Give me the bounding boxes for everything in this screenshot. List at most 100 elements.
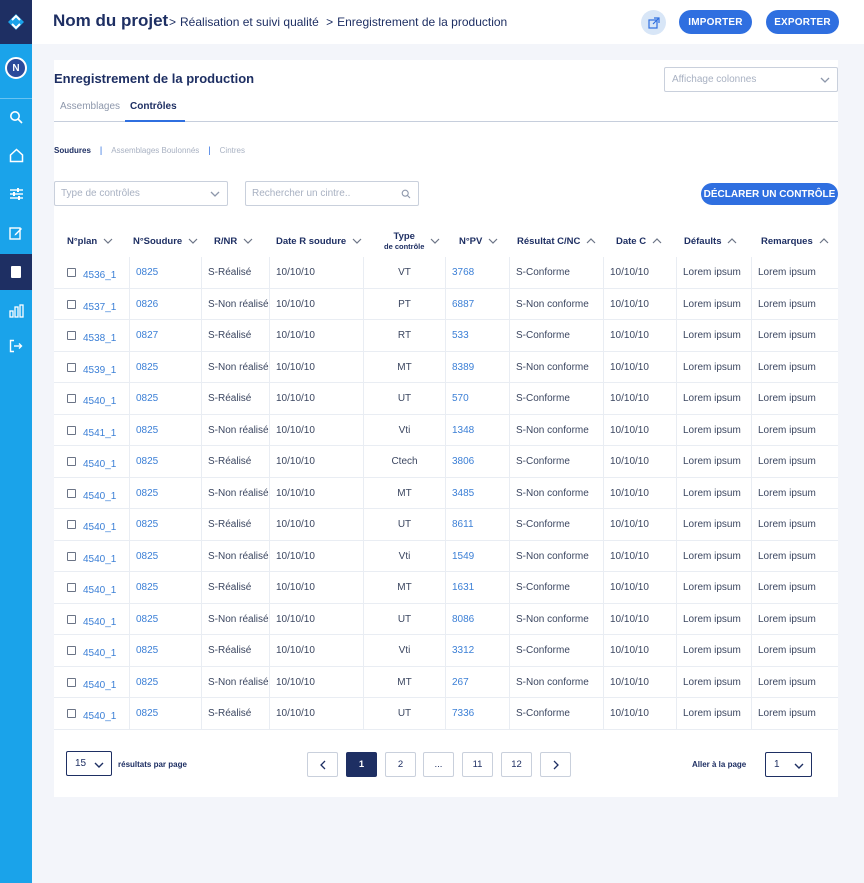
cell-text[interactable]: 3312 [452, 645, 474, 656]
th-defauts[interactable]: Défaults [684, 225, 737, 257]
th-date-c[interactable]: Date C [616, 225, 662, 257]
prev-page-button[interactable] [307, 752, 338, 777]
bar-chart-icon[interactable] [0, 293, 32, 329]
cell-text[interactable]: 3485 [452, 488, 474, 499]
cell-text[interactable]: 4540_1 [83, 711, 116, 722]
cell-text[interactable]: 4540_1 [83, 554, 116, 565]
cell-text[interactable]: 0825 [136, 393, 158, 404]
cell-text[interactable]: 1631 [452, 582, 474, 593]
table-row[interactable]: 4540_1 0825 S-Non réalisé 10/10/10 MT 3485 S-N… [54, 477, 838, 509]
cell-soudure[interactable]: 0825 [129, 666, 201, 698]
sort-down-icon[interactable] [188, 237, 198, 245]
avatar[interactable]: N [5, 57, 27, 79]
logo-icon[interactable] [0, 0, 32, 44]
cell-plan[interactable]: 4540_1 [54, 572, 129, 604]
cell-text[interactable]: 8611 [452, 519, 474, 530]
cell-plan[interactable]: 4538_1 [54, 320, 129, 352]
cell-pv[interactable]: 1549 [445, 540, 509, 572]
cell-pv[interactable]: 1348 [445, 414, 509, 446]
cell-text[interactable]: 0825 [136, 582, 158, 593]
cell-text[interactable]: 0825 [136, 708, 158, 719]
table-row[interactable]: 4536_1 0825 S-Réalisé 10/10/10 VT 3768 S-Confo… [54, 257, 838, 289]
table-row[interactable]: 4538_1 0827 S-Réalisé 10/10/10 RT 533 S-Confor… [54, 320, 838, 352]
cell-pv[interactable]: 8086 [445, 603, 509, 635]
table-row[interactable]: 4540_1 0825 S-Réalisé 10/10/10 UT 570 S-Confor… [54, 383, 838, 415]
cell-text[interactable]: 1549 [452, 551, 474, 562]
cell-text[interactable]: 4540_1 [83, 396, 116, 407]
cell-pv[interactable]: 3806 [445, 446, 509, 478]
cell-soudure[interactable]: 0825 [129, 257, 201, 289]
table-row[interactable]: 4540_1 0825 S-Non réalisé 10/10/10 Vti 1549 S-… [54, 540, 838, 573]
th-pv[interactable]: N°PV [459, 225, 498, 257]
row-checkbox[interactable] [67, 583, 76, 593]
cell-text[interactable]: 4540_1 [83, 491, 116, 502]
cell-pv[interactable]: 3312 [445, 635, 509, 667]
cell-soudure[interactable]: 0826 [129, 288, 201, 320]
row-checkbox[interactable] [67, 299, 76, 309]
cell-text[interactable]: 0825 [136, 456, 158, 467]
sort-down-icon[interactable] [488, 237, 498, 245]
cell-soudure[interactable]: 0825 [129, 414, 201, 446]
cell-pv[interactable]: 3768 [445, 257, 509, 289]
row-checkbox[interactable] [67, 362, 76, 372]
page-ellipsis[interactable]: ... [423, 752, 454, 777]
cell-text[interactable]: 4540_1 [83, 459, 116, 470]
project-title[interactable]: Nom du projet [53, 11, 168, 31]
sliders-icon[interactable] [0, 176, 32, 212]
table-row[interactable]: 4540_1 0825 S-Réalisé 10/10/10 UT 8611 S-Confo… [54, 509, 838, 541]
th-date-r[interactable]: Date R soudure [276, 225, 362, 257]
row-checkbox[interactable] [67, 488, 76, 498]
table-row[interactable]: 4540_1 0825 S-Non réalisé 10/10/10 MT 267 S-No… [54, 666, 838, 699]
cell-plan[interactable]: 4540_1 [54, 635, 129, 667]
breadcrumb-item-quality[interactable]: Réalisation et suivi qualité [180, 15, 319, 29]
row-checkbox[interactable] [67, 709, 76, 719]
cell-text[interactable]: 0825 [136, 519, 158, 530]
cell-text[interactable]: 4540_1 [83, 617, 116, 628]
cell-text[interactable]: 0825 [136, 551, 158, 562]
sort-up-icon[interactable] [727, 237, 737, 245]
cell-text[interactable]: 3806 [452, 456, 474, 467]
cell-plan[interactable]: 4541_1 [54, 415, 129, 447]
logout-icon[interactable] [0, 328, 32, 364]
cell-text[interactable]: 4540_1 [83, 680, 116, 691]
cell-plan[interactable]: 4537_1 [54, 289, 129, 321]
cell-text[interactable]: 7336 [452, 708, 474, 719]
cell-text[interactable]: 4540_1 [83, 648, 116, 659]
per-page-select[interactable]: 15 [66, 751, 112, 776]
home-icon[interactable] [0, 137, 32, 173]
goto-page-select[interactable]: 1 [765, 752, 812, 777]
th-type[interactable]: Type de contrôle [384, 225, 440, 257]
cell-plan[interactable]: 4540_1 [54, 667, 129, 699]
subtab-cintres[interactable]: Cintres [220, 146, 245, 155]
cell-plan[interactable]: 4540_1 [54, 383, 129, 415]
cell-plan[interactable]: 4539_1 [54, 352, 129, 384]
search-input[interactable]: Rechercher un cintre.. [245, 181, 419, 206]
cell-text[interactable]: 0825 [136, 488, 158, 499]
cell-text[interactable]: 0826 [136, 299, 158, 310]
cell-text[interactable]: 6887 [452, 299, 474, 310]
th-resultat[interactable]: Résultat C/NC [517, 225, 596, 257]
table-row[interactable]: 4540_1 0825 S-Réalisé 10/10/10 UT 7336 S-Confo… [54, 698, 838, 730]
control-type-select[interactable]: Type de contrôles [54, 181, 228, 206]
table-row[interactable]: 4540_1 0825 S-Réalisé 10/10/10 Ctech 3806 S-Co… [54, 446, 838, 478]
cell-soudure[interactable]: 0825 [129, 351, 201, 383]
cell-soudure[interactable]: 0825 [129, 477, 201, 509]
table-row[interactable]: 4540_1 0825 S-Réalisé 10/10/10 MT 1631 S-Confo… [54, 572, 838, 604]
row-checkbox[interactable] [67, 331, 76, 341]
cell-pv[interactable]: 8389 [445, 351, 509, 383]
row-checkbox[interactable] [67, 677, 76, 687]
row-checkbox[interactable] [67, 614, 76, 624]
cell-text[interactable]: 8389 [452, 362, 474, 373]
cell-text[interactable]: 0825 [136, 362, 158, 373]
cell-soudure[interactable]: 0825 [129, 572, 201, 604]
breadcrumb-item-production[interactable]: Enregistrement de la production [337, 15, 507, 29]
cell-pv[interactable]: 533 [445, 320, 509, 352]
cell-text[interactable]: 0825 [136, 425, 158, 436]
cell-pv[interactable]: 570 [445, 383, 509, 415]
table-row[interactable]: 4537_1 0826 S-Non réalisé 10/10/10 PT 6887 S-N… [54, 288, 838, 321]
cell-text[interactable]: 570 [452, 393, 469, 404]
cell-plan[interactable]: 4540_1 [54, 541, 129, 573]
cell-plan[interactable]: 4540_1 [54, 698, 129, 730]
cell-soudure[interactable]: 0825 [129, 446, 201, 478]
row-checkbox[interactable] [67, 646, 76, 656]
